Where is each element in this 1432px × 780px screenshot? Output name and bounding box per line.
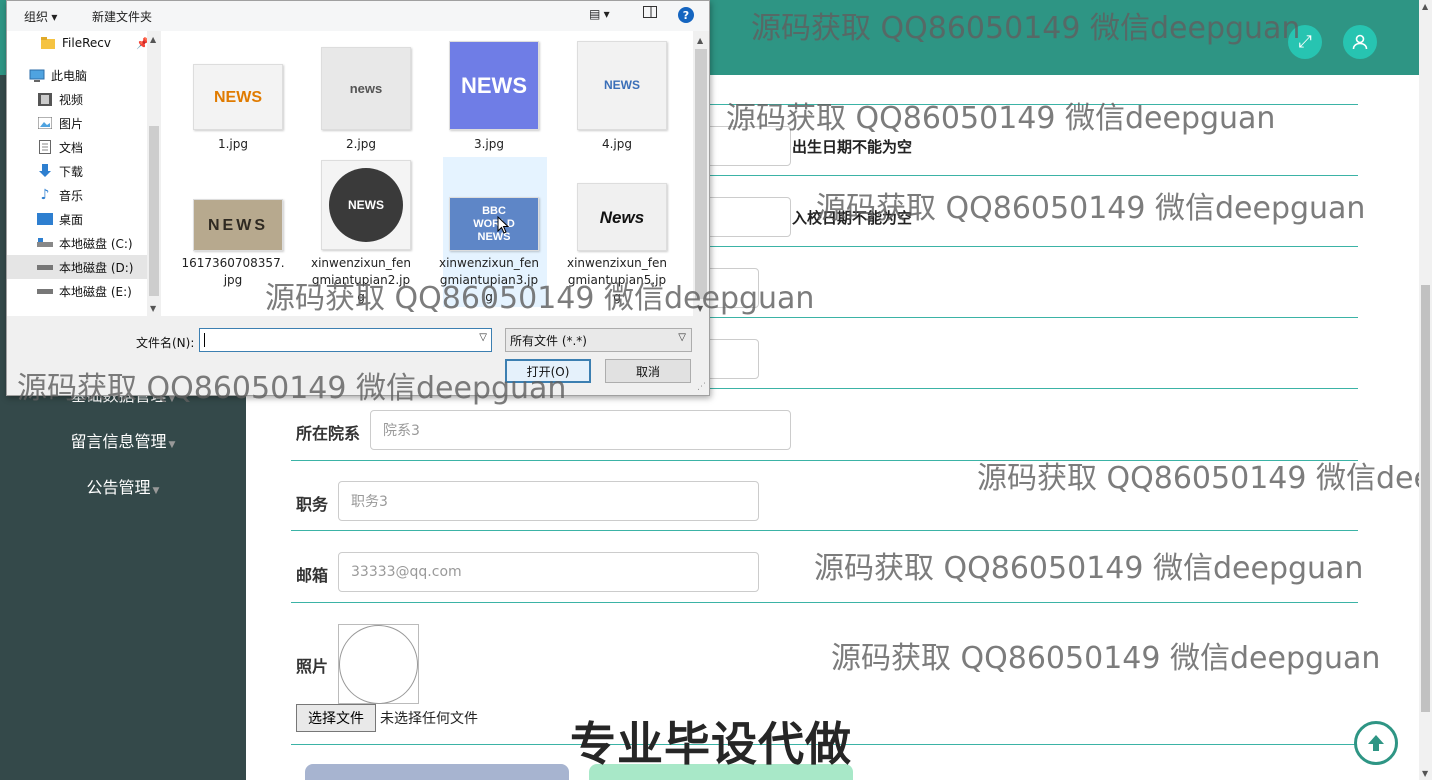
preview-pane-icon[interactable] [643,6,657,21]
divider [291,602,1358,603]
no-file-text: 未选择任何文件 [380,711,478,727]
file-name-input[interactable]: ▽ [199,328,492,352]
submit-button[interactable] [305,764,569,780]
drive-icon [37,236,53,250]
position-label: 职务 [296,495,329,514]
file-thumbnail: NEWS [193,64,283,130]
scroll-down-icon[interactable]: ▼ [1422,769,1428,778]
new-folder-button[interactable]: 新建文件夹 [92,8,152,25]
position-input[interactable]: 职务3 [338,481,759,521]
file-item[interactable]: NEWS xinwenzixun_fengmiantupian2.jpg [309,157,413,307]
birth-date-input[interactable] [700,126,791,166]
enroll-date-input[interactable] [700,197,791,237]
video-icon [37,92,53,106]
organize-menu[interactable]: 组织 ▾ [24,8,57,25]
email-label: 邮箱 [296,566,329,585]
file-thumbnail: NEWS [577,41,667,130]
chevron-down-icon[interactable]: ▽ [479,332,487,343]
sidebar-item-notices[interactable]: 公告管理 ▼ [0,478,246,501]
caret-down-icon: ▼ [168,440,176,450]
file-item[interactable]: NEWS 3.jpg [437,31,541,155]
file-name-label: 文件名(N): [136,336,195,350]
file-type-select[interactable]: 所有文件 (*.*) ▽ [505,328,692,352]
user-icon[interactable] [1343,25,1377,59]
photo-label: 照片 [296,657,329,676]
scroll-up-icon[interactable]: ▲ [1422,2,1428,11]
divider [291,460,1358,461]
back-to-top-button[interactable] [1354,721,1398,765]
dept-input[interactable]: 院系3 [370,410,791,450]
file-open-dialog: 组织 ▾ 新建文件夹 ▤ ▾ ? FileRecv 📌 此电脑 视频 图片 文档 [6,0,710,396]
page-scrollbar-thumb[interactable] [1421,285,1430,712]
chevron-down-icon: ▽ [678,332,686,343]
file-thumbnail: NEWS [449,41,539,130]
resize-grip-icon[interactable]: ⋰ [697,382,706,392]
file-list: NEWS 1.jpg news 2.jpg NEWS 3.jpg NEWS 4.… [164,31,692,316]
choose-file-button[interactable]: 选择文件 [296,704,376,732]
email-input[interactable]: 33333@qq.com [338,552,759,592]
file-item-selected[interactable]: BBC WORLD NEWS xinwenzixun_fengmiantupia… [439,157,547,307]
file-thumbnail: News [577,183,667,251]
nav-scrollbar-thumb[interactable] [149,126,159,296]
cancel-button[interactable]: 取消 [605,359,691,383]
file-item[interactable]: News xinwenzixun_fengmiantupian5.jpg [565,157,669,307]
ad-overlay-text: 专业毕设代做 [570,717,852,771]
folder-icon [40,36,56,50]
file-item[interactable]: NEWS 1617360708357.jpg [181,157,285,307]
file-thumbnail: NEWS [193,199,283,251]
nav-item-drive-d[interactable]: 本地磁盘 (D:) [7,255,147,279]
birth-date-error: 出生日期不能为空 [792,138,913,156]
file-item[interactable]: NEWS 4.jpg [565,31,669,155]
enroll-date-error: 入校日期不能为空 [792,209,913,227]
arrow-up-icon [1368,735,1384,751]
dialog-toolbar: 组织 ▾ 新建文件夹 ▤ ▾ ? [7,1,709,31]
open-button[interactable]: 打开(O) [505,359,591,383]
desktop-icon [37,212,53,226]
fullscreen-icon[interactable]: ⤢ [1288,25,1322,59]
nav-item-filerecv[interactable]: FileRecv 📌 [40,31,150,55]
help-icon[interactable]: ? [678,7,694,23]
scroll-down-icon[interactable]: ▼ [697,304,703,313]
scroll-down-icon[interactable]: ▼ [150,304,156,313]
documents-icon [37,140,53,154]
drive-icon [37,284,53,298]
file-thumbnail: news [321,47,411,130]
file-thumbnail: BBC WORLD NEWS [449,197,539,251]
scroll-up-icon[interactable]: ▲ [150,35,156,44]
music-icon: ♪ [40,187,50,203]
caret-down-icon: ▼ [152,486,160,496]
mouse-cursor-icon [497,215,510,238]
sidebar-item-messages[interactable]: 留言信息管理 ▼ [0,432,246,455]
pictures-icon [37,116,53,130]
dept-label: 所在院系 [296,424,361,443]
drive-icon [37,260,53,274]
scroll-up-icon[interactable]: ▲ [697,36,703,45]
photo-placeholder [339,625,418,704]
download-icon [37,164,53,178]
file-thumbnail: NEWS [321,160,411,250]
view-options-icon[interactable]: ▤ ▾ [589,7,610,21]
computer-icon [29,68,45,82]
file-list-scrollbar-thumb[interactable] [695,49,707,299]
file-item[interactable]: NEWS 1.jpg [181,31,285,155]
navigation-pane: FileRecv 📌 此电脑 视频 图片 文档 下载 ♪ 音乐 桌面 本地磁盘 … [7,31,161,316]
divider [291,530,1358,531]
file-item[interactable]: news 2.jpg [309,31,413,155]
